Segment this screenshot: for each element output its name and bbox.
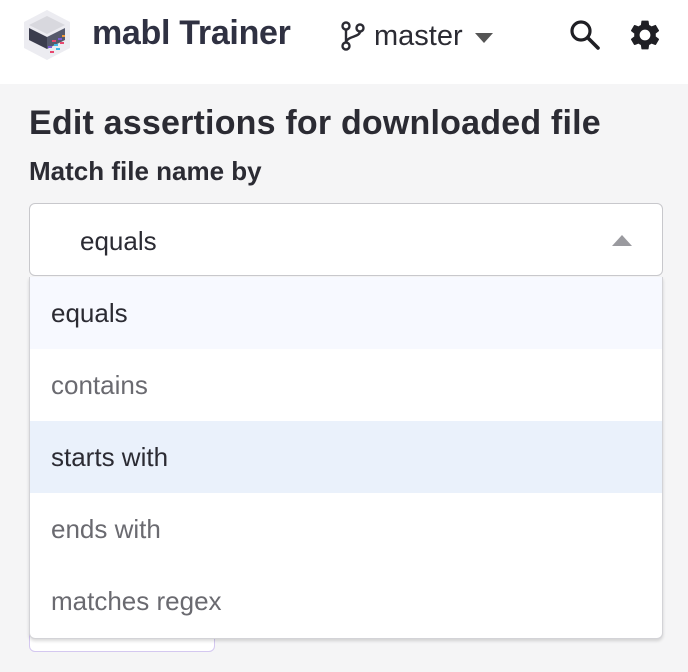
option-equals[interactable]: equals — [30, 277, 662, 349]
select-value: equals — [80, 226, 157, 256]
match-file-name-label: Match file name by — [29, 156, 262, 186]
gear-icon — [630, 20, 660, 50]
top-bar: mabl Trainer master — [0, 0, 688, 84]
option-ends-with[interactable]: ends with — [30, 493, 662, 565]
page-title: Edit assertions for downloaded file — [29, 104, 601, 142]
branch-label: master — [374, 19, 463, 52]
chevron-down-icon — [474, 33, 493, 43]
search-button[interactable] — [567, 17, 603, 53]
match-mode-dropdown-menu: equals contains starts with ends with ma… — [29, 277, 663, 639]
git-branch-icon — [341, 21, 365, 51]
mabl-logo-icon — [24, 10, 70, 60]
chevron-up-icon — [612, 235, 632, 246]
option-contains[interactable]: contains — [30, 349, 662, 421]
app-title: mabl Trainer — [92, 14, 291, 52]
option-starts-with[interactable]: starts with — [30, 421, 662, 493]
match-mode-select[interactable]: equals — [29, 203, 663, 276]
branch-selector[interactable]: master — [340, 14, 493, 58]
search-icon — [570, 20, 600, 50]
option-matches-regex[interactable]: matches regex — [30, 565, 662, 637]
settings-button[interactable] — [627, 17, 663, 53]
